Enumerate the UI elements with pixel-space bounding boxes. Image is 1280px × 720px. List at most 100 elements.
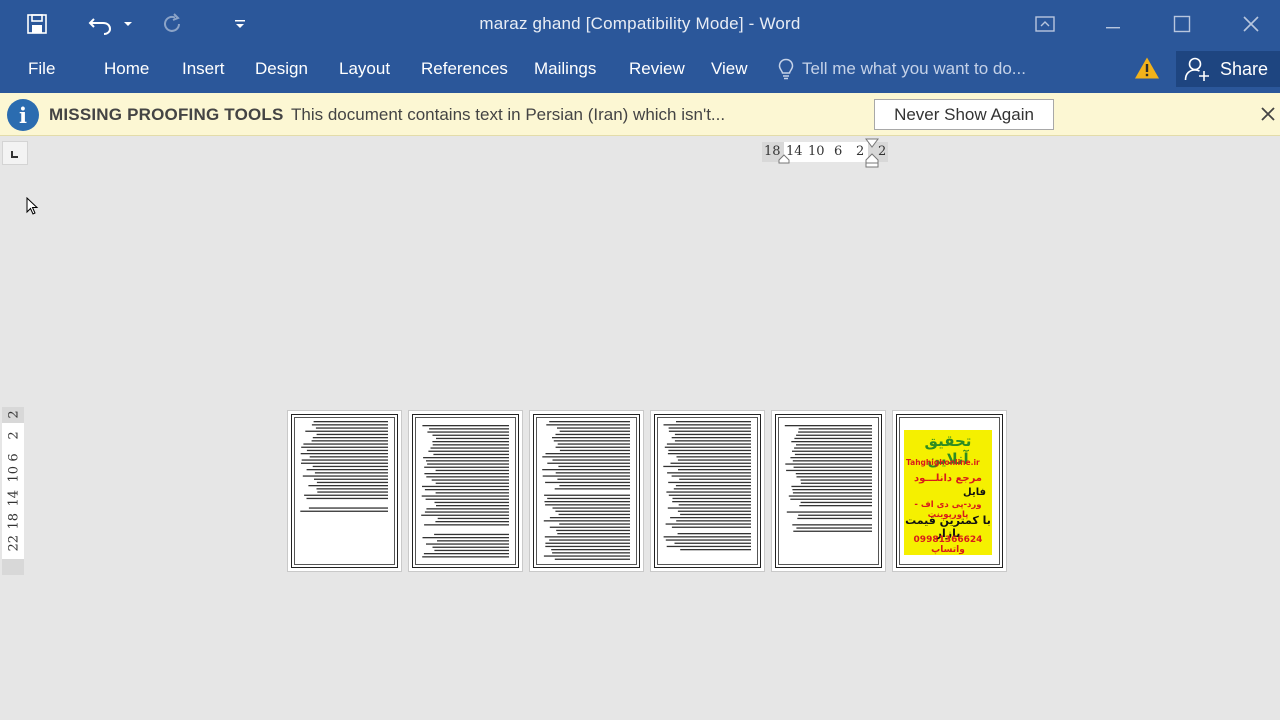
mouse-cursor-icon	[26, 197, 39, 215]
indent-marker-icon[interactable]	[778, 154, 790, 164]
text-line	[308, 507, 388, 509]
close-message-button[interactable]	[1258, 104, 1278, 124]
document-page-2[interactable]	[409, 411, 522, 571]
text-line	[543, 555, 630, 557]
tab-stop-selector[interactable]	[2, 141, 28, 165]
document-page-5[interactable]	[772, 411, 885, 571]
text-line	[792, 492, 872, 494]
text-line	[785, 463, 872, 465]
text-line	[559, 485, 630, 487]
text-line	[675, 485, 751, 487]
text-line	[555, 433, 630, 436]
text-line	[552, 552, 630, 554]
tab-layout[interactable]: Layout	[337, 59, 392, 79]
tab-references[interactable]: References	[419, 59, 510, 79]
text-line	[668, 427, 751, 429]
text-line	[791, 441, 872, 443]
text-line	[786, 511, 872, 513]
text-line	[426, 460, 509, 462]
text-line	[422, 537, 509, 539]
document-page-6[interactable]: تحقیق آنلاین Tahghighonline.ir مرجع دانل…	[893, 411, 1006, 571]
text-line	[544, 536, 630, 538]
text-line	[436, 437, 509, 440]
text-line	[557, 478, 630, 480]
text-line	[664, 446, 751, 448]
tab-review[interactable]: Review	[627, 59, 687, 79]
text-line	[426, 543, 509, 545]
text-line	[429, 428, 509, 430]
tab-design[interactable]: Design	[253, 59, 310, 79]
text-line	[312, 437, 388, 439]
text-line	[552, 507, 630, 509]
text-line	[798, 514, 872, 516]
text-line	[556, 529, 630, 532]
document-page-1[interactable]	[288, 411, 401, 571]
text-line	[666, 443, 751, 445]
text-line	[436, 505, 509, 507]
document-page-3[interactable]	[530, 411, 643, 571]
text-line	[434, 549, 509, 552]
text-line	[796, 476, 872, 478]
text-line	[674, 433, 751, 436]
message-title: MISSING PROOFING TOOLS	[49, 105, 284, 124]
text-line	[305, 430, 388, 432]
text-line	[542, 469, 630, 471]
message-text: This document contains text in Persian (…	[291, 105, 726, 124]
ribbon-display-options-button[interactable]	[1022, 8, 1068, 40]
tab-file[interactable]: File	[26, 59, 57, 79]
maximize-button[interactable]	[1159, 8, 1205, 40]
close-icon	[1243, 16, 1259, 32]
text-line	[422, 485, 509, 488]
text-line	[800, 501, 872, 504]
text-line	[433, 453, 509, 456]
tab-insert[interactable]: Insert	[180, 59, 227, 79]
tab-home[interactable]: Home	[102, 59, 151, 79]
text-line	[435, 482, 509, 484]
ruler-label: 6	[834, 144, 843, 159]
text-line	[316, 488, 388, 490]
never-show-again-button[interactable]: Never Show Again	[874, 99, 1054, 130]
share-button[interactable]: Share	[1176, 51, 1280, 87]
text-line	[796, 444, 872, 446]
text-line	[798, 431, 872, 433]
warning-icon[interactable]	[1134, 56, 1160, 85]
text-line	[312, 465, 388, 468]
text-line	[300, 510, 388, 512]
horizontal-ruler[interactable]: 18 14 10 6 2 2	[762, 138, 888, 168]
text-line	[555, 510, 630, 512]
ruler-label: 2	[6, 410, 22, 419]
tell-me-search[interactable]: Tell me what you want to do...	[778, 58, 1026, 80]
vertical-ruler[interactable]: 2 2 6 10 14 18 22	[2, 407, 24, 575]
advertisement-image: تحقیق آنلاین Tahghighonline.ir مرجع دانل…	[904, 430, 992, 555]
text-line	[678, 504, 751, 506]
ruler-label: 2	[878, 144, 887, 159]
text-line	[434, 533, 509, 536]
minimize-button[interactable]	[1090, 8, 1136, 40]
text-line	[304, 494, 388, 496]
text-line	[676, 421, 751, 423]
text-line	[311, 424, 388, 426]
text-line	[558, 513, 630, 516]
close-window-button[interactable]	[1228, 8, 1274, 40]
hanging-indent-marker-icon[interactable]	[865, 138, 879, 168]
document-page-4[interactable]	[651, 411, 764, 571]
text-line	[437, 540, 509, 542]
tab-view[interactable]: View	[709, 59, 750, 79]
text-line	[549, 539, 630, 541]
text-line	[666, 545, 751, 548]
tab-mailings[interactable]: Mailings	[532, 59, 598, 79]
text-line	[430, 447, 509, 449]
ribbon-display-icon	[1035, 16, 1055, 32]
text-line	[434, 501, 509, 504]
text-line	[435, 492, 509, 494]
text-line	[309, 456, 388, 458]
text-line	[671, 475, 751, 477]
text-line	[547, 497, 630, 500]
text-line	[666, 491, 751, 493]
text-line	[555, 446, 630, 448]
text-line	[301, 459, 388, 461]
text-line	[435, 521, 509, 523]
text-line	[316, 433, 388, 436]
page-text-lines	[663, 421, 751, 551]
text-line	[793, 466, 872, 468]
